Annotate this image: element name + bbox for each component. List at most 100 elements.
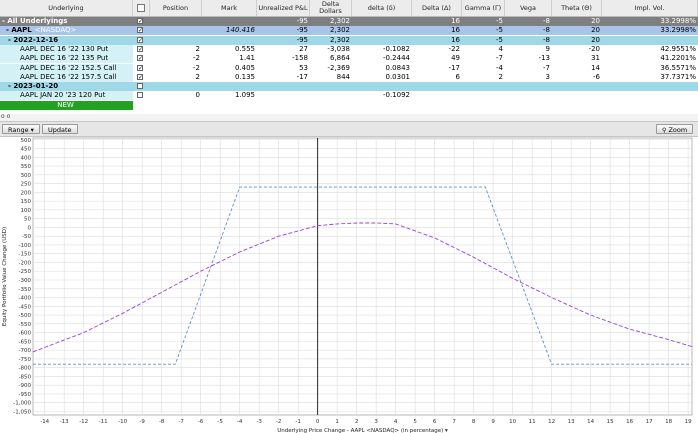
row-name: - 2023-01-20 [0,82,133,92]
column-header[interactable]: Position [150,0,202,16]
x-tick-label: 8 [472,419,476,425]
y-tick-label: -700 [19,348,32,354]
cell-delta-small: 0.0843 [385,63,411,72]
splitter[interactable]: o o [0,113,698,121]
cell-theta: 14 [591,63,600,72]
table-row[interactable]: - AAPL <NASDAQ> ✓ 140.416 -95 2,302 16 -5 -8 20 33… [0,26,698,36]
x-tick-label: 19 [685,419,692,425]
row-name: AAPL DEC 16 '22 152.5 Call [0,63,133,73]
cell-gamma: -5 [496,26,503,35]
row-checkbox[interactable]: ✓ [137,45,143,52]
cell-iv: 42.9551% [660,44,696,53]
cell-position: 2 [195,72,200,81]
column-header[interactable]: Impl. Vol. [602,0,698,16]
row-name: NEW [0,100,133,110]
y-tick-label: -950 [19,392,32,398]
cell-delta-dollars: -2,369 [327,63,350,72]
y-tick-label: -1,050 [13,409,31,415]
row-checkbox[interactable]: ✓ [137,55,143,62]
x-tick-label: 14 [587,419,594,425]
range-button[interactable]: Range ▾ [2,124,40,134]
cell-delta-dollars: 2,302 [329,17,350,25]
cell-theta: -20 [588,44,600,53]
column-header[interactable]: Underlying [0,0,133,16]
table-row[interactable]: AAPL DEC 16 '22 135 Put ✓ -2 1.41 -158 6,864 -… [0,54,698,64]
table-row[interactable]: - 2022-12-16 ✓ -95 2,302 16 -5 -8 20 [0,35,698,45]
x-tick-label: 1 [335,419,339,425]
positions-grid: Underlying Position Mark Unrealized P&L Delt… [0,0,698,110]
column-header[interactable]: Vega [505,0,552,16]
row-name-text: AAPL DEC 16 '22 130 Put [20,44,109,53]
cell-gamma: 2 [498,72,503,81]
cell-delta: 16 [451,35,460,44]
cell-delta: -22 [448,44,460,53]
x-tick-label: 0 [316,419,320,425]
cell-iv: 37.7371% [660,72,696,81]
table-row[interactable]: AAPL DEC 16 '22 152.5 Call ✓ -2 0.405 53 -2,3… [0,63,698,73]
new-row[interactable]: NEW [0,100,698,110]
table-row[interactable]: - 2023-01-20 [0,82,698,92]
table-row[interactable]: AAPL DEC 16 '22 130 Put ✓ 2 0.555 27 -3,038 -0… [0,44,698,54]
cell-pnl: -158 [292,54,308,63]
zoom-button[interactable]: ⚲ Zoom [656,124,694,134]
column-header[interactable]: Unrealized P&L [257,0,310,16]
cell-position: -2 [193,54,200,63]
row-checkbox[interactable] [137,83,143,90]
cell-vega: -7 [543,63,550,72]
x-tick-label: 5 [413,419,417,425]
x-tick-label: -11 [99,419,108,425]
column-header[interactable]: Theta (Θ) [552,0,602,16]
x-tick-label: -2 [276,419,281,425]
y-tick-label: -550 [19,322,32,328]
cell-mark: 1.41 [239,54,255,63]
row-checkbox[interactable]: ✓ [137,64,143,71]
cell-vega: -8 [543,35,550,44]
row-checkbox[interactable]: ✓ [137,27,143,34]
column-header[interactable]: Gamma (Γ) [462,0,505,16]
column-header[interactable]: Delta (Δ) [412,0,462,16]
y-tick-label: 300 [21,173,32,179]
plot-area [32,137,693,416]
row-checkbox[interactable] [137,92,143,99]
cell-mark: 0.555 [234,44,255,53]
column-header[interactable]: Mark [202,0,257,16]
cell-gamma: -7 [496,54,503,63]
row-name-text: - 2022-12-16 [8,35,59,44]
cell-pnl: -95 [296,35,308,44]
y-tick-label: 200 [21,190,32,196]
y-tick-label: 450 [21,147,32,153]
y-tick-label: -1,000 [13,401,31,407]
cell-delta-dollars: 2,302 [329,26,350,35]
column-header[interactable]: Delta Dollars [310,0,352,16]
cell-position: -2 [193,63,200,72]
x-tick-label: 16 [626,419,633,425]
cell-vega: 9 [545,44,550,53]
cell-delta-dollars: 6,864 [329,54,350,63]
cell-delta-dollars: -3,038 [327,44,350,53]
row-name: - AAPL <NASDAQ> [0,26,133,36]
column-header[interactable] [133,0,150,16]
cell-gamma: -5 [496,17,503,25]
exchange-label: <NASDAQ> [34,26,77,35]
update-button[interactable]: Update [42,124,78,134]
cell-pnl: 53 [299,63,308,72]
y-tick-label: -750 [19,357,32,363]
table-row[interactable]: AAPL JAN 20 '23 120 Put 0 1.095 -0.1092 [0,91,698,101]
y-tick-label: 0 [28,225,32,231]
row-checkbox[interactable]: ✓ [137,73,143,80]
cell-iv: 33.2998% [660,26,696,35]
cell-mark: 0.405 [234,63,255,72]
table-row[interactable]: - All Underlyings ✓ -95 2,302 16 -5 -8 20 33.299… [0,17,698,26]
x-tick-label: 11 [529,419,536,425]
y-tick-label: 250 [21,182,32,188]
x-tick-label: 17 [646,419,653,425]
row-checkbox[interactable]: ✓ [137,36,143,43]
column-header[interactable]: delta (δ) [352,0,412,16]
chart-toolbar: Range ▾ Update ⚲ Zoom [0,121,698,137]
table-row[interactable]: AAPL DEC 16 '22 157.5 Call ✓ 2 0.135 -17 844 0… [0,72,698,82]
x-tick-label: 2 [355,419,359,425]
row-name-text: - 2023-01-20 [8,82,59,91]
splitter-dots[interactable]: o o [1,113,10,120]
row-checkbox[interactable]: ✓ [137,18,143,25]
cell-vega: -8 [543,26,550,35]
